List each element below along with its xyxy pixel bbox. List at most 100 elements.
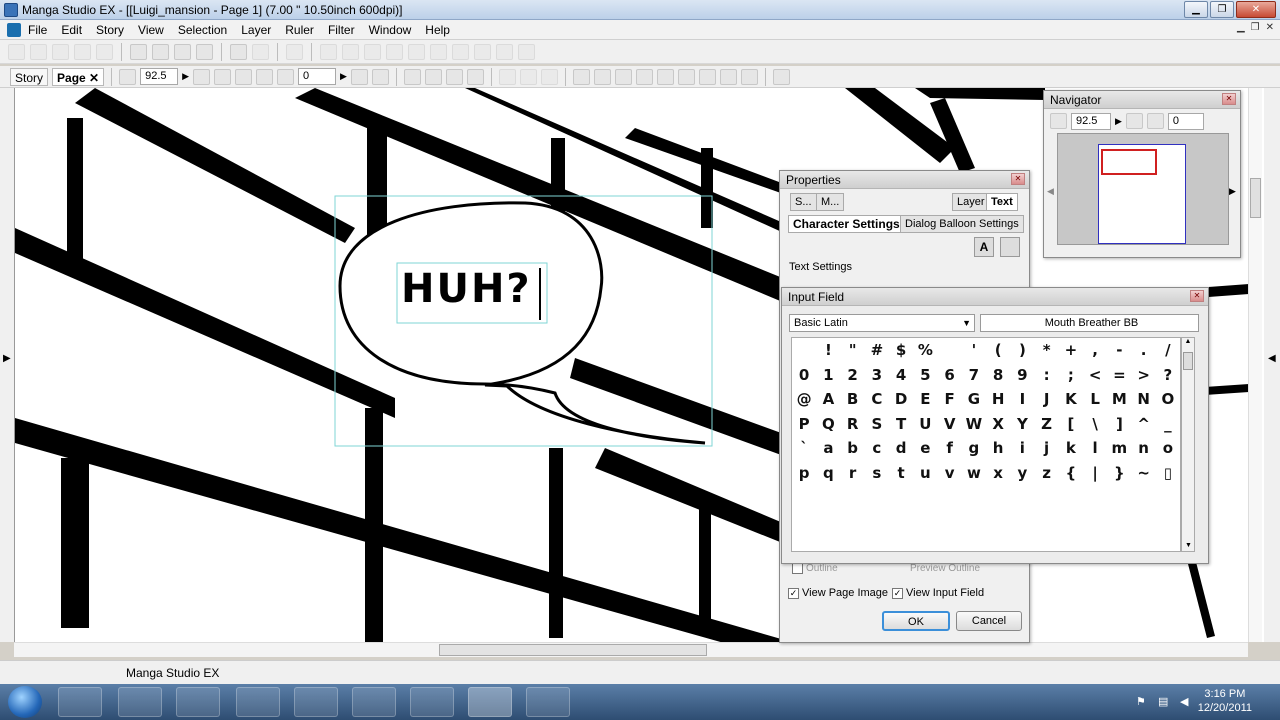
glyph-cell[interactable]: Z — [1035, 412, 1059, 437]
glyph-cell[interactable]: k — [1059, 436, 1083, 461]
glyph-cell[interactable]: t — [889, 461, 913, 486]
glyph-cell[interactable]: 2 — [841, 363, 865, 388]
glyph-cell[interactable]: R — [841, 412, 865, 437]
zoom-fit-icon[interactable] — [119, 68, 137, 85]
glyph-cell[interactable]: E — [913, 387, 937, 412]
glyph-cell[interactable]: > — [1132, 363, 1156, 388]
charset-select[interactable]: Basic Latin ▼ — [789, 314, 975, 332]
tab-layer[interactable]: Layer — [952, 193, 990, 211]
font-name-field[interactable]: Mouth Breather BB — [980, 314, 1199, 332]
glyph-cell[interactable]: v — [938, 461, 962, 486]
glyph-cell[interactable]: C — [865, 387, 889, 412]
glyph-cell[interactable]: : — [1035, 363, 1059, 388]
select-icon[interactable] — [445, 68, 463, 85]
glyph-cell[interactable]: S — [865, 412, 889, 437]
layer-tool-2-icon[interactable] — [342, 43, 359, 60]
tab-character-settings[interactable]: Character Settings — [788, 215, 905, 233]
close-icon[interactable]: ✕ — [1190, 290, 1204, 302]
glyph-cell[interactable]: 1 — [816, 363, 840, 388]
panel-toggle-icon[interactable] — [772, 68, 790, 85]
glyph-cell[interactable]: a — [816, 436, 840, 461]
glyph-cell[interactable]: D — [889, 387, 913, 412]
redo-icon[interactable] — [252, 43, 269, 60]
option-1-icon[interactable] — [498, 68, 516, 85]
layer-tool-10-icon[interactable] — [518, 43, 535, 60]
chrome-icon[interactable] — [352, 687, 396, 717]
tab-dialog-balloon-settings[interactable]: Dialog Balloon Settings — [900, 215, 1024, 233]
pen-icon[interactable] — [572, 68, 590, 85]
character-grid-scrollbar[interactable]: ▲ ▼ — [1181, 337, 1195, 552]
print-icon[interactable] — [286, 43, 303, 60]
navigator-left-arrow[interactable]: ◀ — [1047, 186, 1054, 197]
glyph-cell[interactable]: ~ — [1132, 461, 1156, 486]
vertical-scrollbar[interactable] — [1248, 88, 1262, 642]
glyph-cell[interactable]: F — [938, 387, 962, 412]
glyph-cell[interactable]: 6 — [938, 363, 962, 388]
navigator-title-bar[interactable]: Navigator ✕ — [1044, 91, 1240, 109]
scroll-down-icon[interactable]: ▼ — [1185, 542, 1192, 549]
perspective-icon[interactable] — [656, 68, 674, 85]
rotate-right-icon[interactable] — [1146, 113, 1164, 129]
tab-text[interactable]: Text — [986, 193, 1018, 211]
glyph-cell[interactable] — [792, 338, 816, 363]
balloon-text[interactable]: HUH? — [401, 266, 532, 312]
volume-icon[interactable]: ◀ — [1180, 695, 1188, 708]
doc-minimize-icon[interactable]: ▁ — [1237, 22, 1245, 33]
navigator-rotation-input[interactable]: 0 — [1167, 112, 1204, 130]
glyph-cell[interactable]: K — [1059, 387, 1083, 412]
glyph-cell[interactable]: O — [1156, 387, 1180, 412]
glyph-cell[interactable]: j — [1035, 436, 1059, 461]
glyph-cell[interactable]: 7 — [962, 363, 986, 388]
rotate-icon[interactable] — [193, 68, 211, 85]
layer-tool-6-icon[interactable] — [430, 43, 447, 60]
properties-title-bar[interactable]: Properties ✕ — [780, 171, 1029, 189]
glyph-cell[interactable] — [938, 338, 962, 363]
glyph-cell[interactable]: | — [1083, 461, 1107, 486]
grid-ruler-icon[interactable] — [740, 68, 758, 85]
glyph-cell[interactable]: X — [986, 412, 1010, 437]
glyph-cell[interactable]: ( — [986, 338, 1010, 363]
glyph-cell[interactable]: M — [1107, 387, 1131, 412]
expand-right-icon[interactable]: ◀ — [1268, 353, 1276, 364]
glyph-cell[interactable]: ) — [1010, 338, 1034, 363]
glyph-cell[interactable]: # — [865, 338, 889, 363]
view-page-image-checkbox[interactable]: ✓ — [788, 587, 799, 599]
brush-icon[interactable] — [635, 68, 653, 85]
glyph-cell[interactable]: < — [1083, 363, 1107, 388]
save-icon[interactable] — [74, 43, 91, 60]
glyph-cell[interactable]: } — [1107, 461, 1131, 486]
glyph-cell[interactable]: / — [1156, 338, 1180, 363]
glyph-cell[interactable]: . — [1132, 338, 1156, 363]
ok-button[interactable]: OK — [882, 611, 950, 631]
glyph-cell[interactable]: P — [792, 412, 816, 437]
menu-edit[interactable]: Edit — [61, 23, 82, 37]
flip-vertical-icon[interactable] — [371, 68, 389, 85]
glyph-cell[interactable]: ? — [1156, 363, 1180, 388]
glyph-cell[interactable]: = — [1107, 363, 1131, 388]
glyph-cell[interactable]: + — [1059, 338, 1083, 363]
start-button[interactable] — [8, 686, 42, 718]
menu-file[interactable]: File — [28, 23, 47, 37]
delete-icon[interactable] — [196, 43, 213, 60]
undo-icon[interactable] — [230, 43, 247, 60]
photoshop-icon[interactable] — [410, 687, 454, 717]
glyph-cell[interactable]: I — [1010, 387, 1034, 412]
layer-tool-4-icon[interactable] — [386, 43, 403, 60]
play-icon[interactable]: ▶ — [340, 71, 347, 82]
marquee-icon[interactable] — [466, 68, 484, 85]
manga-studio-taskbar-icon[interactable] — [468, 687, 512, 717]
layer-tool-5-icon[interactable] — [408, 43, 425, 60]
copy-icon[interactable] — [152, 43, 169, 60]
flip-icon[interactable] — [214, 68, 232, 85]
glyph-cell[interactable]: 9 — [1010, 363, 1034, 388]
play-icon[interactable]: ▶ — [1115, 116, 1122, 127]
menu-filter[interactable]: Filter — [328, 23, 355, 37]
glyph-cell[interactable]: B — [841, 387, 865, 412]
character-grid[interactable]: ! " # $% '() * +, -./0 1 2 3 4 5 6 7 8 9:; < = >? @ A B C D E F G H… — [791, 337, 1181, 552]
layer-tool-3-icon[interactable] — [364, 43, 381, 60]
glyph-cell[interactable]: n — [1132, 436, 1156, 461]
glyph-cell[interactable]: r — [841, 461, 865, 486]
option-3-icon[interactable] — [540, 68, 558, 85]
glyph-cell[interactable]: x — [986, 461, 1010, 486]
view-input-field-checkbox[interactable]: ✓ — [892, 587, 903, 599]
